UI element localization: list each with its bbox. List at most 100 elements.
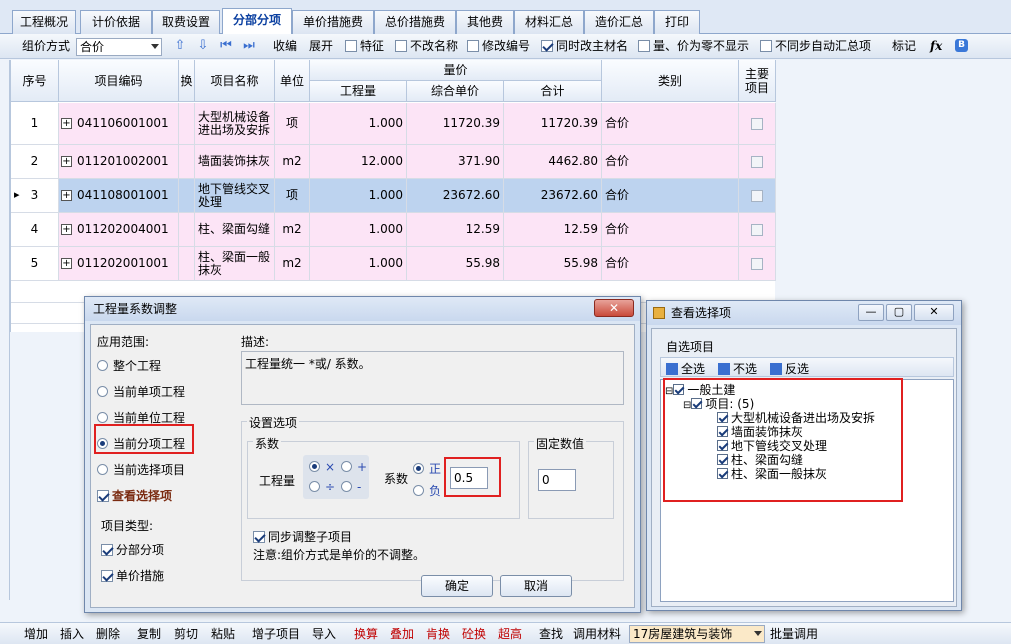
bottom-action-button[interactable]: 换算 xyxy=(354,623,378,644)
main-item-checkbox[interactable] xyxy=(751,257,763,270)
fx-button[interactable]: fx xyxy=(930,34,942,59)
option-edit-code[interactable]: 修改编号 xyxy=(467,34,530,59)
cell-unit[interactable]: 项 xyxy=(275,179,310,212)
tab-total-measures[interactable]: 总价措施费 xyxy=(374,10,456,34)
cell-unit-price[interactable]: 23672.60 xyxy=(407,179,504,212)
cell-seq[interactable]: 4 xyxy=(11,213,59,246)
header-seq[interactable]: 序号 xyxy=(11,60,59,102)
sign-positive[interactable]: 正 xyxy=(413,460,441,477)
tab-print[interactable]: 打印 xyxy=(654,10,700,34)
fixed-input[interactable] xyxy=(538,469,576,491)
move-first-icon[interactable]: ⏮ xyxy=(218,38,234,54)
select-all-button[interactable]: 全选 xyxy=(666,360,705,377)
mark-button[interactable]: 标记 xyxy=(892,34,916,59)
op-multiply[interactable]: × xyxy=(309,460,335,474)
cell-unit[interactable]: m2 xyxy=(275,213,310,246)
minimize-icon[interactable]: — xyxy=(858,304,884,321)
cell-code[interactable]: 041108001001 xyxy=(59,179,179,212)
cell-name[interactable]: 地下管线交叉处理 xyxy=(195,179,275,212)
op-subtract[interactable]: - xyxy=(341,480,361,494)
tab-other-fees[interactable]: 其他费 xyxy=(456,10,514,34)
close-icon[interactable]: ✕ xyxy=(594,299,634,317)
bottom-action-button[interactable]: 粘贴 xyxy=(211,623,235,644)
cell-qty[interactable]: 1.000 xyxy=(310,213,407,246)
header-qty[interactable]: 工程量 xyxy=(310,81,407,102)
tab-project-overview[interactable]: 工程概况 xyxy=(12,10,76,34)
bottom-action-button[interactable]: 调用材料 xyxy=(573,623,621,644)
header-total[interactable]: 合计 xyxy=(504,81,602,102)
cell-category[interactable]: 合价 xyxy=(602,179,739,212)
cell-code[interactable]: 041106001001 xyxy=(59,103,179,144)
cell-unit[interactable]: 项 xyxy=(275,103,310,144)
cell-main[interactable] xyxy=(739,103,776,144)
cell-category[interactable]: 合价 xyxy=(602,247,739,280)
cell-qty[interactable]: 1.000 xyxy=(310,247,407,280)
view-selection-checkbox[interactable]: 查看选择项 xyxy=(97,487,172,504)
expand-icon[interactable]: + xyxy=(61,258,72,269)
bottom-action-button[interactable]: 剪切 xyxy=(174,623,198,644)
cell-unit-price[interactable]: 11720.39 xyxy=(407,103,504,144)
option-keep-name[interactable]: 不改名称 xyxy=(395,34,458,59)
expand-button[interactable]: 展开 xyxy=(309,34,333,59)
cell-unit-price[interactable]: 12.59 xyxy=(407,213,504,246)
scope-option[interactable]: 当前单项工程 xyxy=(97,383,185,400)
cancel-button[interactable]: 取消 xyxy=(500,575,572,597)
bottom-action-button[interactable]: 查找 xyxy=(539,623,563,644)
move-up-icon[interactable]: ⇧ xyxy=(172,38,188,54)
sign-negative[interactable]: 负 xyxy=(413,482,441,499)
bottom-action-button[interactable]: 插入 xyxy=(60,623,84,644)
bottom-action-button[interactable]: 叠加 xyxy=(390,623,414,644)
bottom-action-button[interactable]: 增加 xyxy=(24,623,48,644)
main-item-checkbox[interactable] xyxy=(751,189,763,202)
header-code[interactable]: 项目编码 xyxy=(59,60,179,102)
tab-sub-items[interactable]: 分部分项 xyxy=(222,8,292,35)
scope-option[interactable]: 当前选择项目 xyxy=(97,461,185,478)
cell-qty[interactable]: 1.000 xyxy=(310,103,407,144)
header-unit[interactable]: 单位 xyxy=(275,60,310,102)
cell-category[interactable]: 合价 xyxy=(602,145,739,178)
collapse-button[interactable]: 收编 xyxy=(273,34,297,59)
option-feature[interactable]: 特征 xyxy=(345,34,384,59)
cell-qty[interactable]: 1.000 xyxy=(310,179,407,212)
cell-name[interactable]: 柱、梁面勾缝 xyxy=(195,213,275,246)
cell-seq[interactable]: 5 xyxy=(11,247,59,280)
table-row[interactable]: 3 041108001001 地下管线交叉处理项 1.000 23672.60 23672… xyxy=(11,179,776,213)
cell-total[interactable]: 23672.60 xyxy=(504,179,602,212)
template-select[interactable]: 17房屋建筑与装饰 xyxy=(629,625,765,643)
cell-name[interactable]: 大型机械设备进出场及安拆 xyxy=(195,103,275,144)
move-down-icon[interactable]: ⇩ xyxy=(195,38,211,54)
bottom-action-button[interactable]: 删除 xyxy=(96,623,120,644)
cell-name[interactable]: 柱、梁面一般抹灰 xyxy=(195,247,275,280)
maximize-icon[interactable]: ▢ xyxy=(886,304,912,321)
header-name[interactable]: 项目名称 xyxy=(195,60,275,102)
cell-swap[interactable] xyxy=(179,247,195,280)
expand-icon[interactable]: + xyxy=(61,224,72,235)
cell-main[interactable] xyxy=(739,145,776,178)
cell-qty[interactable]: 12.000 xyxy=(310,145,407,178)
cell-unit-price[interactable]: 55.98 xyxy=(407,247,504,280)
bottom-action-button[interactable]: 砼换 xyxy=(462,623,486,644)
cell-total[interactable]: 55.98 xyxy=(504,247,602,280)
cell-name[interactable]: 墙面装饰抹灰 xyxy=(195,145,275,178)
item-type-unit-measures[interactable]: 单价措施 xyxy=(101,567,164,584)
cell-main[interactable] xyxy=(739,247,776,280)
invert-button[interactable]: 反选 xyxy=(770,360,809,377)
op-divide[interactable]: ÷ xyxy=(309,480,335,494)
cell-code[interactable]: 011202004001 xyxy=(59,213,179,246)
close-icon[interactable]: ✕ xyxy=(914,304,954,321)
header-swap[interactable]: 换 xyxy=(179,60,195,102)
main-item-checkbox[interactable] xyxy=(751,117,763,130)
cell-unit[interactable]: m2 xyxy=(275,247,310,280)
table-row[interactable]: 1 041106001001 大型机械设备进出场及安拆项 1.000 11720.39 1… xyxy=(11,103,776,145)
table-row[interactable]: 2 011201002001 墙面装饰抹灰 m2 12.000 371.90 4462.80… xyxy=(11,145,776,179)
cell-category[interactable]: 合价 xyxy=(602,213,739,246)
batch-call-button[interactable]: 批量调用 xyxy=(770,623,818,644)
bottom-action-button[interactable]: 增子项目 xyxy=(252,623,300,644)
header-unit-price[interactable]: 综合单价 xyxy=(407,81,504,102)
left-splitter[interactable] xyxy=(0,60,10,600)
tab-cost-summary[interactable]: 造价汇总 xyxy=(584,10,654,34)
cell-total[interactable]: 12.59 xyxy=(504,213,602,246)
option-rename-main-material[interactable]: 同时改主材名 xyxy=(541,34,628,59)
tab-pricing-basis[interactable]: 计价依据 xyxy=(80,10,152,34)
cell-swap[interactable] xyxy=(179,145,195,178)
